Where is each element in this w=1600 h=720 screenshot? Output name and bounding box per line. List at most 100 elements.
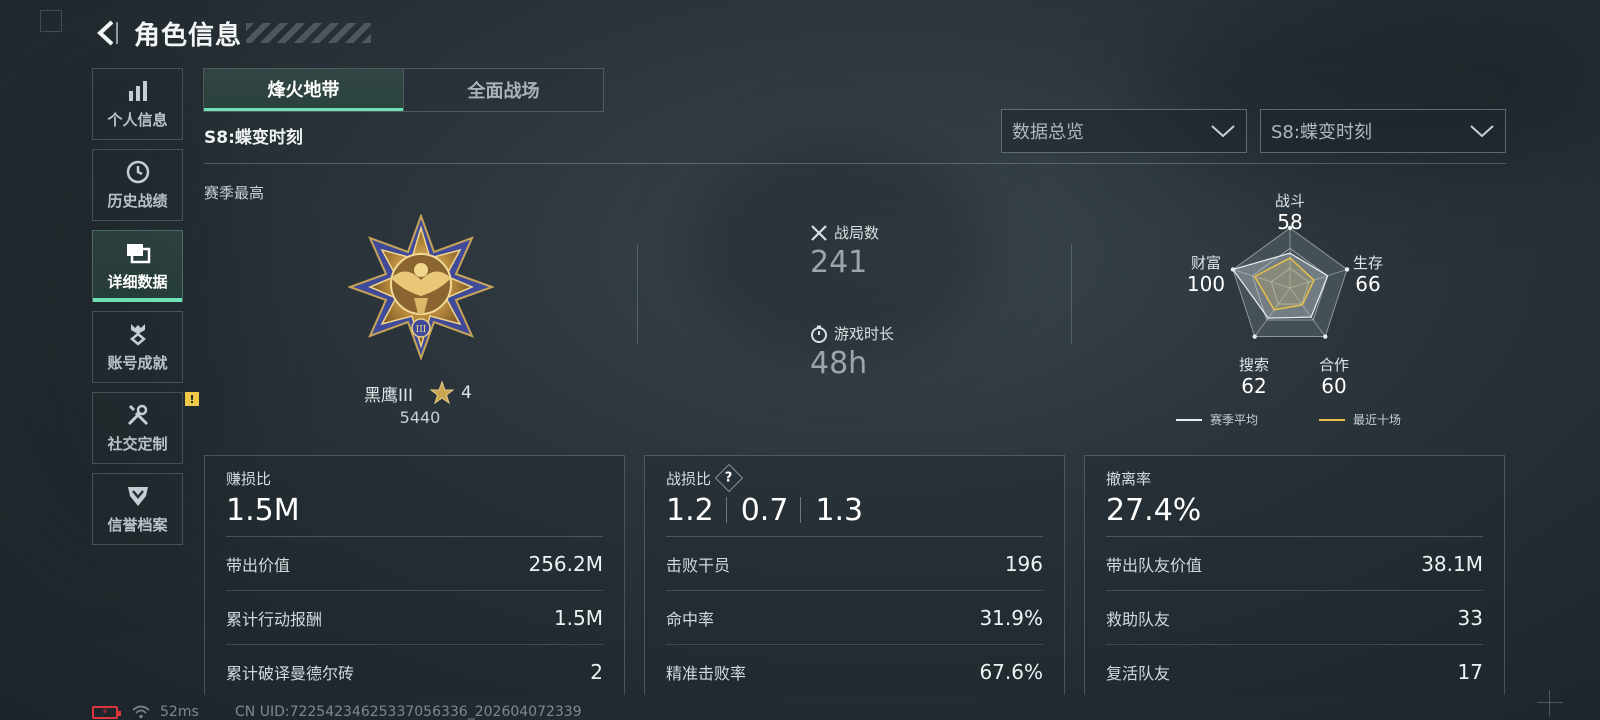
stat-row: 带出队友价值 38.1M	[1106, 537, 1483, 591]
divider	[204, 163, 1506, 164]
mode-tabs: 烽火地带 全面战场	[203, 68, 604, 112]
sidebar-item-label: 信誉档案	[107, 515, 168, 534]
sidebar-item-detailed-data[interactable]: 详细数据	[92, 230, 183, 302]
radar-axis-label: 战斗	[1274, 192, 1305, 210]
clock-icon	[126, 160, 149, 183]
card-main-value: 1.5M	[226, 492, 300, 528]
legend-recent-ten: 最近十场	[1319, 411, 1401, 428]
radar-axis-value: 100	[1186, 272, 1226, 296]
sidebar-item-label: 社交定制	[107, 434, 168, 453]
page-header: 角色信息	[90, 14, 372, 52]
stat-row: 精准击败率 67.6%	[666, 660, 1043, 684]
extraction-rate-card: 撤离率 27.4% 带出队友价值 38.1M 救助队友 33 复活队友 17	[1084, 455, 1505, 695]
ping-value: 52ms	[160, 704, 199, 720]
stat-row: 带出价值 256.2M	[226, 537, 603, 591]
legend-season-average: 赛季平均	[1176, 411, 1258, 428]
playtime-value: 48h	[810, 346, 868, 381]
radar-axis-label: 生存	[1352, 254, 1383, 272]
legend-label: 最近十场	[1353, 413, 1402, 427]
kd-ratio-card: 战损比 ? 1.2 0.7 1.3 击败干员 196 命中率 31.9% 精准击败率 67…	[644, 455, 1065, 695]
rank-medal-icon: III	[348, 214, 494, 360]
card-main-value: 27.4%	[1106, 492, 1202, 528]
tab-hazard-zone[interactable]: 烽火地带	[204, 69, 403, 111]
title-decoration	[246, 23, 372, 43]
radar-axis-endpoint	[1323, 334, 1328, 339]
battery-low-icon: ⚡	[92, 705, 121, 719]
stat-row: 累计行动报酬 1.5M	[226, 591, 603, 645]
sidebar-item-label: 详细数据	[107, 272, 168, 291]
profit-loss-card: 赚损比 1.5M 带出价值 256.2M 累计行动报酬 1.5M 累计破译曼德尔砖 2	[204, 455, 625, 695]
tools-icon	[127, 404, 148, 425]
radar-axis-endpoint	[1252, 334, 1257, 339]
back-button[interactable]	[90, 15, 126, 51]
dropdown-value: S8:蝶变时刻	[1271, 122, 1372, 143]
radar-axis-label: 合作	[1318, 356, 1349, 374]
stopwatch-icon	[811, 325, 827, 343]
season-title: S8:蝶变时刻	[204, 128, 303, 148]
sidebar: 个人信息 历史战绩 详细数据 账号成就 社交定制 ! 信誉档案	[92, 68, 199, 554]
radar-axis-label: 财富	[1190, 254, 1221, 272]
stat-row: 累计破译曼德尔砖 2	[226, 660, 603, 684]
card-title: 战损比	[666, 469, 712, 488]
season-best-label: 赛季最高	[204, 184, 265, 202]
chevron-down-icon	[1470, 125, 1494, 138]
radar-axis-value: 58	[1277, 210, 1303, 234]
sidebar-item-personal-info[interactable]: 个人信息	[92, 68, 183, 140]
playtime-label: 游戏时长	[834, 325, 895, 343]
help-icon: ?	[725, 470, 733, 486]
status-bar: ⚡ 52ms	[92, 704, 199, 720]
season-dropdown[interactable]: S8:蝶变时刻	[1260, 109, 1506, 153]
playtime-stat: 游戏时长 48h	[810, 323, 894, 381]
radar-axis-label: 搜索	[1238, 356, 1269, 374]
stat-row: 复活队友 17	[1106, 660, 1483, 684]
stat-row: 救助队友 33	[1106, 591, 1483, 645]
card-main-value: 1.2 0.7 1.3	[666, 492, 864, 528]
radar-axis-value: 60	[1321, 374, 1347, 398]
overview-dropdown[interactable]: 数据总览	[1001, 109, 1247, 153]
legend-swatch	[1319, 418, 1345, 421]
radar-axis-value: 62	[1241, 374, 1267, 398]
wifi-icon	[132, 705, 150, 719]
dropdown-value: 数据总览	[1012, 122, 1084, 143]
rank-score: 5440	[399, 408, 441, 427]
crosshair-icon	[1537, 690, 1563, 716]
tab-full-battlefield[interactable]: 全面战场	[403, 69, 603, 111]
chevron-down-icon	[1211, 125, 1235, 138]
legend-label: 赛季平均	[1210, 413, 1259, 427]
rank-stars: 4	[461, 383, 472, 403]
rank-info: 黑鹰III 4	[364, 380, 472, 406]
radar-axis-value: 66	[1355, 272, 1381, 296]
legend-swatch	[1176, 418, 1202, 421]
user-uid: CN UID:72254234625337056336_202604072339	[235, 704, 582, 720]
divider	[637, 244, 638, 344]
back-arrow-icon	[97, 20, 118, 46]
cards-icon	[126, 243, 150, 263]
stat-row: 击败干员 196	[666, 537, 1043, 591]
page-title: 角色信息	[134, 20, 243, 51]
matches-stat: 战局数 241	[810, 222, 879, 280]
matches-value: 241	[810, 245, 868, 280]
matches-label: 战局数	[834, 224, 880, 242]
rank-name: 黑鹰III	[364, 385, 414, 406]
ability-radar-chart: 战斗 58 生存 66 合作 60 搜索 62 财富 100	[1180, 186, 1400, 416]
card-title: 撤离率	[1106, 469, 1152, 488]
card-title: 赚损比	[226, 469, 272, 488]
star-icon	[429, 380, 455, 405]
bar-chart-icon	[128, 80, 147, 101]
achievement-icon	[129, 323, 146, 346]
crossed-swords-icon	[811, 224, 827, 241]
svg-text:III: III	[416, 325, 427, 335]
divider	[1071, 244, 1072, 344]
shield-icon	[127, 486, 148, 506]
sidebar-item-social-custom[interactable]: 社交定制 !	[92, 392, 199, 464]
sidebar-item-label: 历史战绩	[107, 191, 168, 210]
sidebar-item-label: 账号成就	[107, 353, 168, 372]
sidebar-item-history[interactable]: 历史战绩	[92, 149, 183, 221]
help-button[interactable]: ?	[714, 463, 744, 493]
stat-row: 命中率 31.9%	[666, 591, 1043, 645]
sidebar-item-label: 个人信息	[107, 110, 168, 129]
sidebar-item-achievements[interactable]: 账号成就	[92, 311, 183, 383]
notification-badge: !	[185, 392, 199, 406]
sidebar-item-reputation[interactable]: 信誉档案	[92, 473, 183, 545]
corner-frame	[40, 10, 62, 32]
